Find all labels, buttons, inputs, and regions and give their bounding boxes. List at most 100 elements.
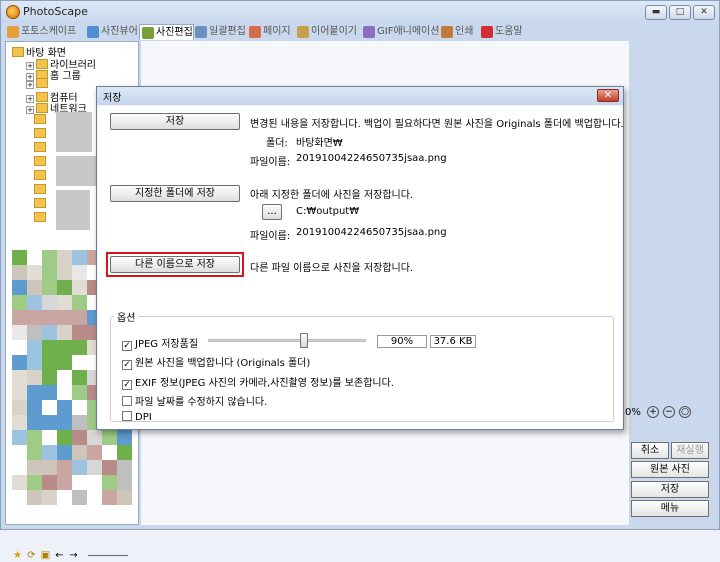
tab-4[interactable]: 페이지 xyxy=(247,24,291,40)
photo-thumbnail[interactable] xyxy=(27,415,42,430)
zoom-in-icon[interactable]: + xyxy=(647,406,659,418)
close-button[interactable]: ✕ xyxy=(693,5,715,20)
folder-open-icon[interactable]: ▣ xyxy=(40,550,51,561)
photo-thumbnail[interactable] xyxy=(72,295,87,310)
photo-thumbnail[interactable] xyxy=(12,355,27,370)
tab-5[interactable]: 이어붙이기 xyxy=(295,24,357,40)
jpeg-quality-slider-track[interactable] xyxy=(208,339,366,342)
tree-folder-item[interactable] xyxy=(34,212,48,224)
back-arrow-icon[interactable]: ← xyxy=(54,550,65,561)
photo-thumbnail[interactable] xyxy=(12,325,27,340)
dpi-checkbox[interactable]: DPI xyxy=(122,411,152,423)
photo-thumbnail[interactable] xyxy=(57,415,72,430)
tab-1[interactable]: 사진뷰어 xyxy=(85,24,138,40)
photo-thumbnail[interactable] xyxy=(57,250,72,265)
photo-thumbnail[interactable] xyxy=(27,340,42,355)
tree-folder-item[interactable] xyxy=(34,142,48,154)
photo-thumbnail[interactable] xyxy=(27,325,42,340)
dpi-check[interactable] xyxy=(122,411,132,421)
photo-thumbnail[interactable] xyxy=(72,250,87,265)
photo-thumbnail[interactable] xyxy=(117,445,132,460)
photo-thumbnail[interactable] xyxy=(27,400,42,415)
photo-thumbnail[interactable] xyxy=(72,490,87,505)
photo-thumbnail[interactable] xyxy=(72,265,87,280)
photo-thumbnail[interactable] xyxy=(42,340,57,355)
photo-thumbnail[interactable] xyxy=(27,310,42,325)
photo-thumbnail[interactable] xyxy=(72,310,87,325)
photo-thumbnail[interactable] xyxy=(57,430,72,445)
photo-thumbnail[interactable] xyxy=(72,325,87,340)
photo-thumbnail[interactable] xyxy=(102,490,117,505)
photo-thumbnail[interactable] xyxy=(42,280,57,295)
photo-thumbnail[interactable] xyxy=(57,295,72,310)
save-button[interactable]: 저장 xyxy=(631,481,709,498)
tab-2[interactable]: 사진편집 xyxy=(139,24,194,40)
photo-thumbnail[interactable] xyxy=(72,415,87,430)
forward-arrow-icon[interactable]: → xyxy=(68,550,79,561)
save-overwrite-button[interactable]: 저장 xyxy=(110,113,240,130)
photo-thumbnail[interactable] xyxy=(27,430,42,445)
tree-folder-item[interactable] xyxy=(34,198,48,210)
photo-thumbnail[interactable] xyxy=(12,370,27,385)
photo-thumbnail[interactable] xyxy=(102,430,117,445)
tab-6[interactable]: GIF애니메이션 xyxy=(361,24,439,40)
photo-thumbnail[interactable] xyxy=(72,445,87,460)
cancel-button[interactable]: 취소 xyxy=(631,442,669,459)
save-to-folder-button[interactable]: 지정한 폴더에 저장 xyxy=(110,185,240,202)
thumbnail-size-slider[interactable] xyxy=(88,550,128,556)
photo-thumbnail[interactable] xyxy=(72,430,87,445)
expand-icon[interactable]: + xyxy=(26,106,34,114)
tree-folder-item[interactable] xyxy=(34,184,48,196)
photo-thumbnail[interactable] xyxy=(27,490,42,505)
photo-thumbnail[interactable] xyxy=(87,445,102,460)
photo-thumbnail[interactable] xyxy=(42,385,57,400)
photo-thumbnail[interactable] xyxy=(42,295,57,310)
minimize-button[interactable]: ▬ xyxy=(645,5,667,20)
exif-checkbox[interactable]: ✓ EXIF 정보(JPEG 사진의 카메라,사진촬영 정보)를 보존합니다. xyxy=(122,374,394,390)
tab-0[interactable]: 포토스케이프 xyxy=(5,24,76,40)
jpeg-quality-check[interactable]: ✓ xyxy=(122,341,132,351)
zoom-out-icon[interactable]: − xyxy=(663,406,675,418)
tree-folder-item[interactable] xyxy=(34,128,48,140)
folder-sync-icon[interactable]: ⟳ xyxy=(26,550,37,561)
maximize-button[interactable]: □ xyxy=(669,5,691,20)
photo-thumbnail[interactable] xyxy=(57,460,72,475)
photo-thumbnail[interactable] xyxy=(57,280,72,295)
photo-thumbnail[interactable] xyxy=(12,400,27,415)
photo-thumbnail[interactable] xyxy=(57,475,72,490)
photo-thumbnail[interactable] xyxy=(27,295,42,310)
no-date-change-checkbox[interactable]: 파일 날짜를 수정하지 않습니다. xyxy=(122,393,267,408)
photo-thumbnail[interactable] xyxy=(72,385,87,400)
photo-thumbnail[interactable] xyxy=(27,475,42,490)
photo-thumbnail[interactable] xyxy=(27,460,42,475)
photo-thumbnail[interactable] xyxy=(27,280,42,295)
photo-thumbnail[interactable] xyxy=(57,325,72,340)
photo-thumbnail[interactable] xyxy=(12,295,27,310)
jpeg-quality-slider-thumb[interactable] xyxy=(300,333,308,348)
photo-thumbnail[interactable] xyxy=(42,475,57,490)
photo-thumbnail[interactable] xyxy=(117,430,132,445)
tree-folder-item[interactable] xyxy=(34,114,48,126)
original-photo-button[interactable]: 원본 사진 xyxy=(631,461,709,478)
photo-thumbnail[interactable] xyxy=(57,445,72,460)
photo-thumbnail[interactable] xyxy=(57,310,72,325)
photo-thumbnail[interactable] xyxy=(72,280,87,295)
tab-3[interactable]: 일괄편집 xyxy=(193,24,246,40)
photo-thumbnail[interactable] xyxy=(27,370,42,385)
photo-thumbnail[interactable] xyxy=(57,355,72,370)
jpeg-quality-checkbox[interactable]: ✓ JPEG 저장품질 xyxy=(122,335,198,351)
dialog-close-button[interactable]: ✕ xyxy=(597,89,619,102)
photo-thumbnail[interactable] xyxy=(57,400,72,415)
photo-thumbnail[interactable] xyxy=(117,475,132,490)
photo-thumbnail[interactable] xyxy=(42,370,57,385)
photo-thumbnail[interactable] xyxy=(27,355,42,370)
photo-thumbnail[interactable] xyxy=(12,430,27,445)
photo-thumbnail[interactable] xyxy=(12,385,27,400)
photo-thumbnail[interactable] xyxy=(87,430,102,445)
photo-thumbnail[interactable] xyxy=(117,490,132,505)
redo-button[interactable]: 재실행 xyxy=(671,442,709,459)
star-icon[interactable]: ★ xyxy=(12,550,23,561)
photo-thumbnail[interactable] xyxy=(42,445,57,460)
photo-thumbnail[interactable] xyxy=(27,385,42,400)
photo-thumbnail[interactable] xyxy=(42,355,57,370)
